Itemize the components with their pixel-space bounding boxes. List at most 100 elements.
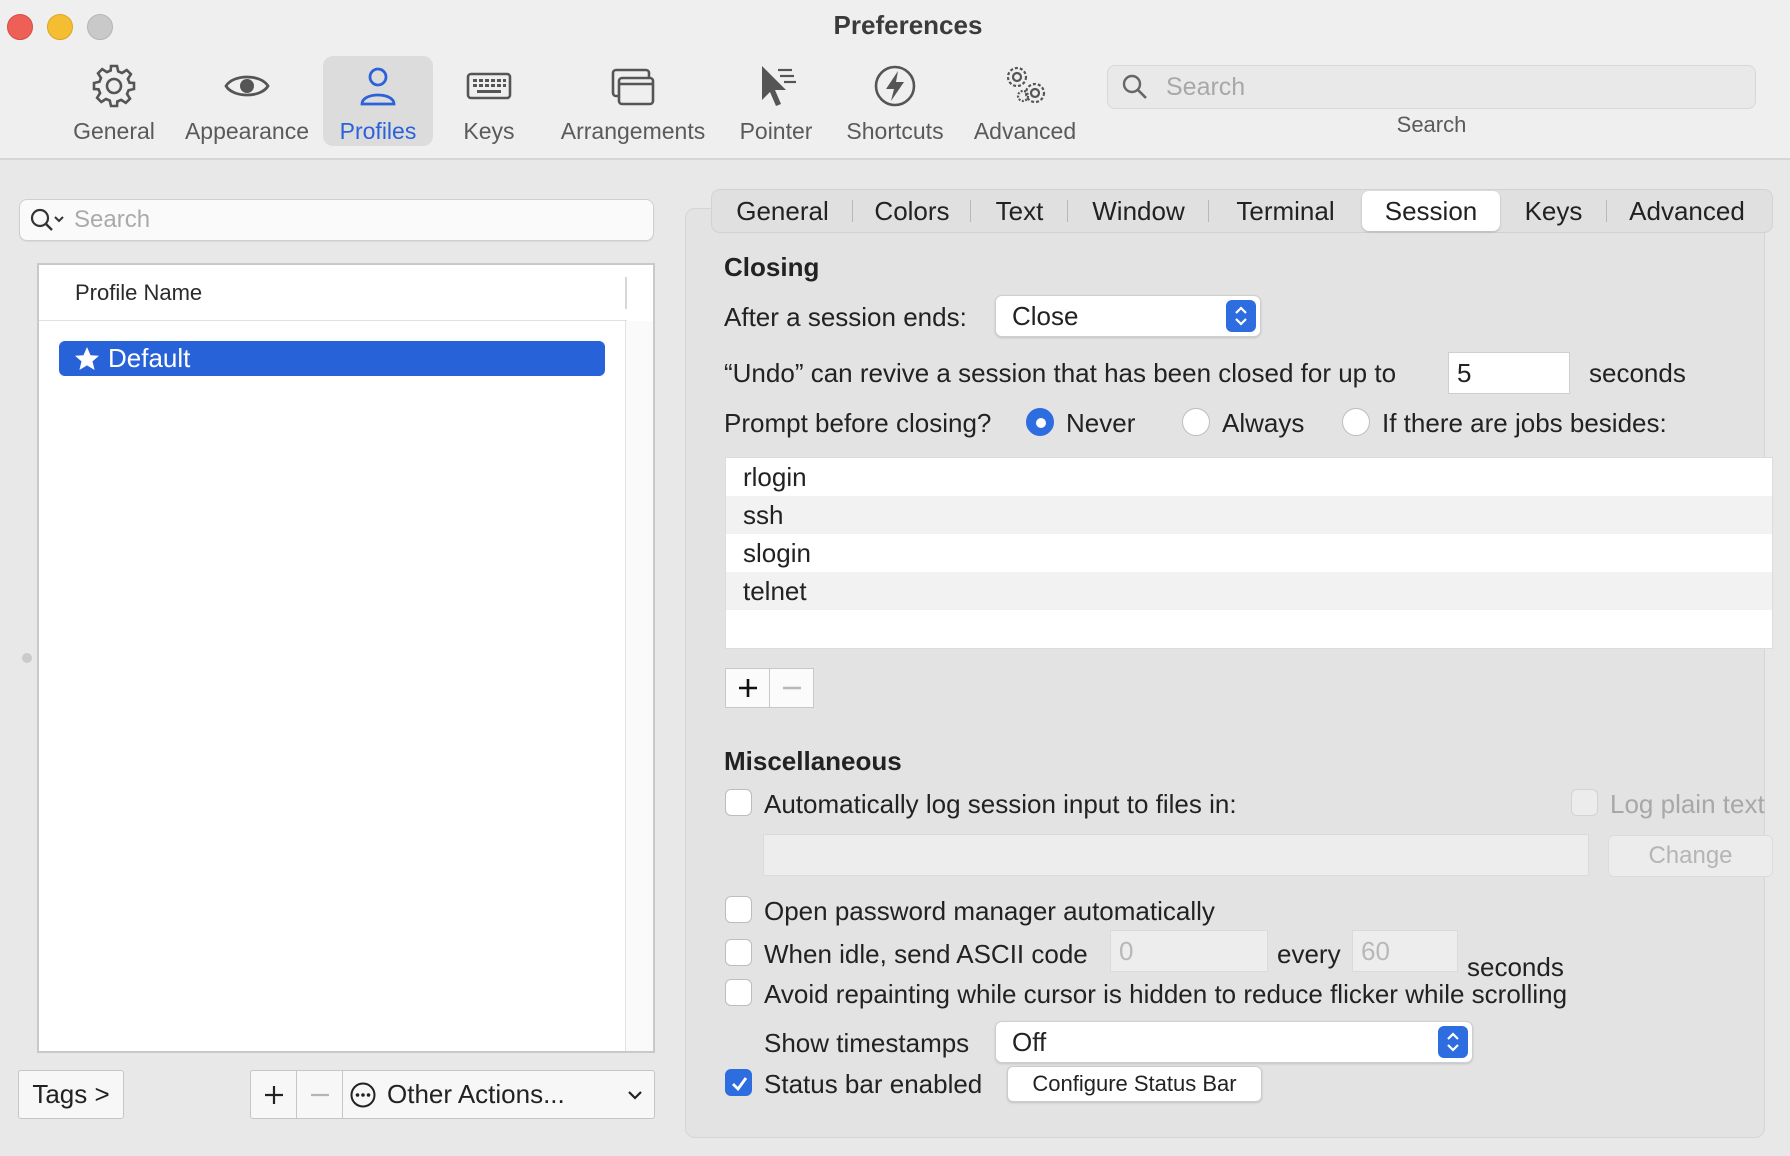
other-actions-menu[interactable]: Other Actions... — [342, 1070, 655, 1119]
prompt-never-label: Never — [1066, 408, 1136, 438]
chevron-down-icon — [628, 1090, 642, 1100]
log-session-label: Automatically log session input to files… — [764, 789, 1237, 819]
idle-interval-field[interactable]: 60 — [1352, 930, 1458, 972]
password-manager-checkbox[interactable] — [725, 896, 752, 923]
list-item[interactable]: slogin — [726, 534, 1772, 572]
profile-tabs: General Colors Text Window Terminal Sess… — [711, 189, 1773, 233]
after-session-popup[interactable]: Close — [995, 295, 1261, 337]
tab-text-label: Text — [995, 195, 1044, 226]
toolbar-search-field[interactable]: Search — [1107, 65, 1756, 109]
toolbar-pointer-label: Pointer — [739, 118, 813, 144]
windows-icon — [611, 68, 655, 106]
plus-icon — [738, 679, 757, 697]
prompt-before-closing-label: Prompt before closing? — [724, 408, 992, 438]
toolbar-shortcuts-label: Shortcuts — [846, 118, 944, 144]
tab-text[interactable]: Text — [971, 191, 1068, 231]
log-session-checkbox[interactable] — [725, 789, 752, 816]
checkmark-icon — [732, 1077, 748, 1092]
toolbar-advanced-label: Advanced — [973, 118, 1077, 144]
show-timestamps-popup[interactable]: Off — [995, 1021, 1473, 1063]
minus-icon — [310, 1093, 329, 1096]
add-profile-button[interactable] — [250, 1070, 297, 1119]
prompt-always-radio[interactable] — [1182, 408, 1210, 436]
tab-keys-label: Keys — [1524, 195, 1583, 226]
bolt-icon — [874, 65, 916, 107]
tab-colors[interactable]: Colors — [853, 191, 971, 231]
tab-window[interactable]: Window — [1068, 191, 1209, 231]
toolbar-search-placeholder: Search — [1166, 72, 1246, 101]
tab-advanced-label: Advanced — [1629, 195, 1745, 226]
password-manager-label: Open password manager automatically — [764, 896, 1215, 926]
toolbar-pointer[interactable]: Pointer — [735, 56, 817, 146]
list-item[interactable]: telnet — [726, 572, 1772, 610]
other-actions-label: Other Actions... — [387, 1079, 565, 1109]
log-plain-text-label: Log plain text — [1610, 789, 1765, 819]
popup-stepper-icon — [1226, 300, 1256, 332]
avoid-repainting-checkbox[interactable] — [725, 979, 752, 1006]
minus-icon — [782, 686, 801, 690]
profile-table-scroll-gutter — [625, 321, 653, 1051]
status-bar-checkbox[interactable] — [725, 1069, 752, 1096]
toolbar-profiles[interactable]: Profiles — [323, 56, 433, 146]
toolbar-arrangements-label: Arrangements — [560, 118, 706, 144]
tab-general-label: General — [736, 195, 829, 226]
tab-terminal[interactable]: Terminal — [1209, 191, 1362, 231]
tab-session[interactable]: Session — [1362, 191, 1500, 231]
toolbar-keys-label: Keys — [463, 118, 515, 144]
undo-seconds-field[interactable]: 5 — [1448, 352, 1570, 394]
profile-name-header-label: Profile Name — [75, 279, 203, 305]
more-icon — [350, 1082, 376, 1107]
remove-job-button[interactable] — [769, 668, 814, 708]
show-timestamps-value: Off — [1012, 1026, 1047, 1057]
show-timestamps-label: Show timestamps — [764, 1028, 970, 1058]
prompt-never-radio[interactable] — [1026, 408, 1054, 436]
profile-name-column-header[interactable]: Profile Name — [39, 265, 627, 321]
configure-status-bar-button[interactable]: Configure Status Bar — [1007, 1066, 1262, 1102]
after-session-value: Close — [1012, 300, 1079, 331]
log-plain-text-checkbox[interactable] — [1571, 789, 1598, 816]
avoid-repainting-label: Avoid repainting while cursor is hidden … — [764, 979, 1568, 1009]
window-title: Preferences — [833, 10, 983, 40]
profile-row-default[interactable]: Default — [59, 341, 605, 376]
profile-search-field[interactable]: Search — [19, 199, 654, 241]
eye-icon — [224, 75, 270, 97]
preferences-window: Preferences General Appearance Profiles … — [0, 0, 1790, 1156]
profile-table: Profile Name Default — [37, 263, 655, 1053]
tab-advanced[interactable]: Advanced — [1607, 191, 1767, 231]
prompt-always-label: Always — [1222, 408, 1305, 438]
idle-ascii-label: When idle, send ASCII code — [764, 939, 1088, 969]
toolbar-arrangements[interactable]: Arrangements — [554, 56, 712, 146]
after-session-label: After a session ends: — [724, 302, 967, 332]
star-icon — [75, 346, 99, 370]
toolbar-advanced[interactable]: Advanced — [966, 56, 1084, 146]
person-icon — [360, 67, 396, 106]
undo-seconds-unit: seconds — [1589, 358, 1686, 388]
miscellaneous-section-title: Miscellaneous — [724, 746, 902, 776]
prompt-jobs-radio[interactable] — [1342, 408, 1370, 436]
tab-general[interactable]: General — [712, 191, 853, 231]
gears-icon — [1006, 66, 1046, 104]
list-item[interactable]: ssh — [726, 496, 1772, 534]
status-bar-label: Status bar enabled — [764, 1069, 983, 1099]
jobs-list: rlogin ssh slogin telnet — [725, 457, 1773, 649]
profile-name: Default — [108, 343, 191, 373]
change-directory-button[interactable]: Change — [1608, 835, 1773, 877]
toolbar: Preferences General Appearance Profiles … — [0, 0, 1790, 160]
toolbar-general[interactable]: General — [62, 56, 166, 146]
remove-profile-button[interactable] — [296, 1070, 343, 1119]
tab-colors-label: Colors — [874, 195, 950, 226]
toolbar-shortcuts[interactable]: Shortcuts — [840, 56, 950, 146]
split-view-handle[interactable] — [22, 653, 32, 663]
tab-keys[interactable]: Keys — [1500, 191, 1607, 231]
log-directory-field[interactable] — [763, 834, 1589, 876]
search-menu-icon — [30, 208, 64, 231]
toolbar-keys[interactable]: Keys — [447, 56, 531, 146]
add-job-button[interactable] — [725, 668, 770, 708]
toolbar-appearance[interactable]: Appearance — [177, 56, 317, 146]
idle-ascii-checkbox[interactable] — [725, 939, 752, 966]
list-item[interactable]: rlogin — [726, 458, 1772, 496]
idle-ascii-code-field[interactable]: 0 — [1110, 930, 1268, 972]
toolbar-general-label: General — [73, 118, 155, 144]
prompt-jobs-label: If there are jobs besides: — [1382, 408, 1667, 438]
tags-button[interactable]: Tags > — [18, 1070, 124, 1119]
